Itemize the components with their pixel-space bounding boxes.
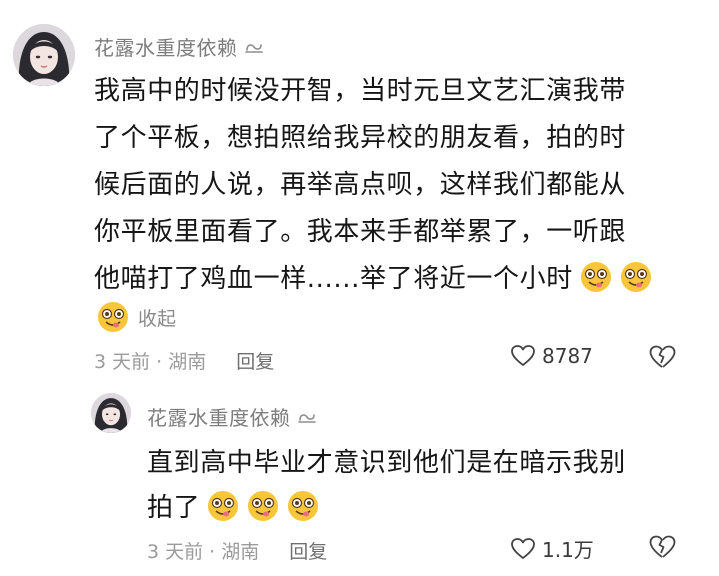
- comment-line: 候后面的人说，再举高点呗，这样我们都能从: [94, 170, 627, 200]
- username-text: 花露水重度依赖: [94, 36, 238, 60]
- like-count: 1.1万: [542, 538, 594, 562]
- reply-line: 拍了: [147, 493, 201, 523]
- broken-heart-icon: [649, 535, 676, 558]
- reply-avatar[interactable]: [91, 393, 131, 433]
- smiling-face-emoji: [579, 260, 613, 294]
- loop-badge-icon: [297, 405, 317, 429]
- reply-meta: 3 天前 · 湖南 回复: [147, 537, 327, 564]
- time-location: 3 天前 · 湖南: [147, 541, 260, 563]
- smiling-face-emoji: [96, 300, 130, 334]
- like-count: 8787: [542, 344, 593, 368]
- heart-icon: [511, 537, 535, 559]
- comment-line: 了个平板，想拍照给我异校的朋友看，拍的时: [94, 123, 627, 153]
- collapse-button[interactable]: 收起: [96, 300, 176, 334]
- comment-meta: 3 天前 · 湖南 回复: [94, 347, 274, 374]
- like-button[interactable]: 8787: [510, 344, 593, 368]
- smiling-face-emoji: [286, 489, 320, 523]
- comment-username[interactable]: 花露水重度依赖: [94, 32, 264, 61]
- collapse-label: 收起: [138, 307, 177, 330]
- smiling-face-emoji: [619, 260, 653, 294]
- comment-thread: 花露水重度依赖 我高中的时候没开智，当时元旦文艺汇演我带 了个平板，想拍照给我异…: [0, 0, 719, 576]
- time-location: 3 天前 · 湖南: [94, 351, 207, 373]
- avatar-image: [91, 393, 131, 433]
- comment-line: 他喵打了鸡血一样......举了将近一个小时: [94, 264, 573, 294]
- reply-button[interactable]: 回复: [289, 537, 327, 564]
- comment-line: 我高中的时候没开智，当时元旦文艺汇演我带: [94, 76, 627, 106]
- smiling-face-emoji: [246, 489, 280, 523]
- reply-line: 直到高中毕业才意识到他们是在暗示我别: [147, 448, 626, 478]
- dislike-button[interactable]: [648, 344, 676, 374]
- reply-dislike-button[interactable]: [648, 534, 676, 564]
- username-text: 花露水重度依赖: [147, 406, 291, 430]
- loop-badge-icon: [244, 35, 264, 59]
- reply-button[interactable]: 回复: [236, 347, 274, 374]
- comment-line: 你平板里面看了。我本来手都举累了，一听跟: [94, 217, 627, 247]
- broken-heart-icon: [649, 345, 676, 368]
- avatar[interactable]: [13, 24, 75, 86]
- smiling-face-emoji: [206, 489, 240, 523]
- reply-like-button[interactable]: 1.1万: [510, 534, 594, 563]
- heart-icon: [511, 345, 535, 366]
- reply-username[interactable]: 花露水重度依赖: [147, 402, 317, 431]
- avatar-image: [13, 24, 75, 86]
